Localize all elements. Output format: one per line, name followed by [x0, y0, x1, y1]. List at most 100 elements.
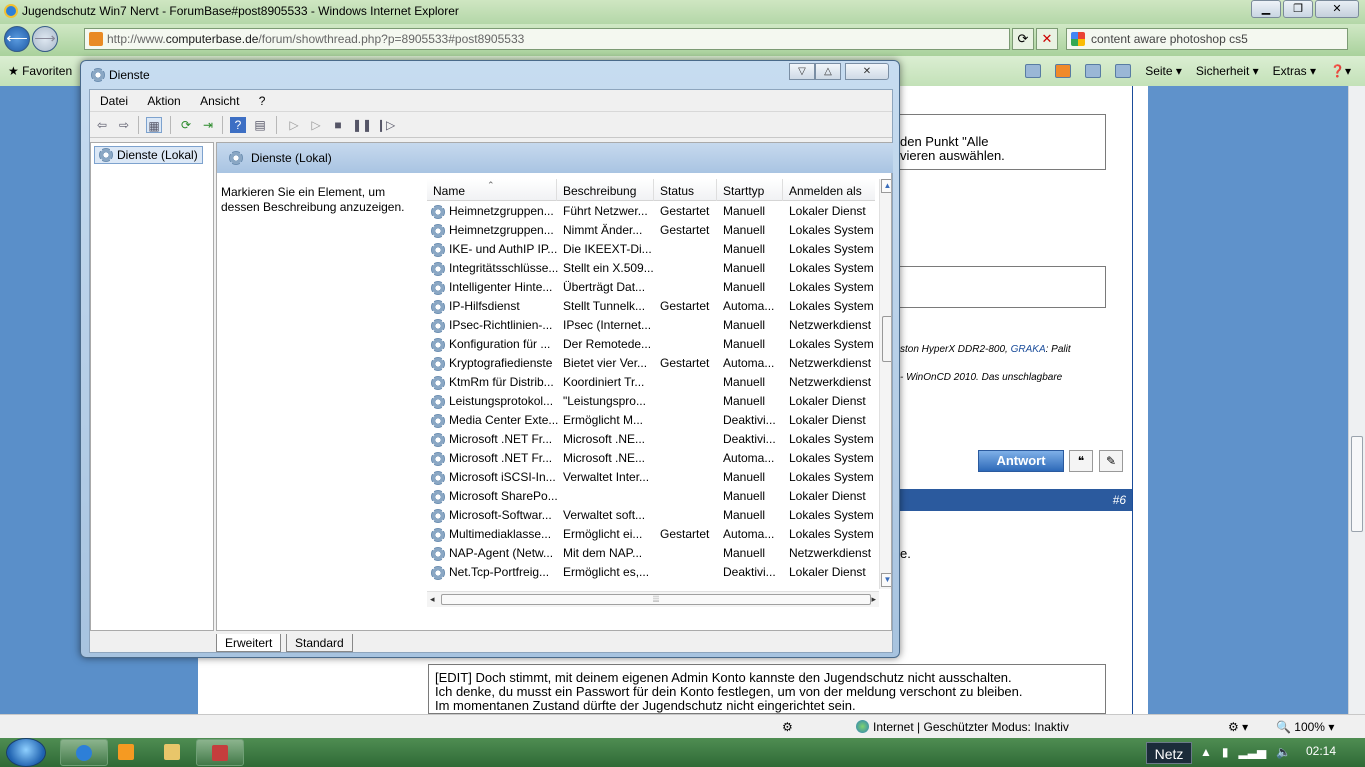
- console-tree-icon[interactable]: ▦: [146, 117, 162, 133]
- service-row[interactable]: Media Center Exte... Ermöglicht M... Deakt…: [427, 411, 875, 430]
- taskbar-ie-button[interactable]: [60, 739, 108, 766]
- favorites-button[interactable]: ★ Favoriten: [8, 56, 72, 86]
- stop-button[interactable]: ✕: [1036, 28, 1058, 50]
- power-icon[interactable]: ▮: [1222, 738, 1229, 767]
- back-arrow-icon[interactable]: ⇦: [94, 117, 110, 133]
- column-status[interactable]: Status: [654, 179, 717, 201]
- start-service-alt-icon[interactable]: ▷: [308, 117, 324, 133]
- network-icon[interactable]: ▂▃▅: [1239, 738, 1267, 767]
- service-row[interactable]: IP-Hilfsdienst Stellt Tunnelk... Gestartet…: [427, 297, 875, 316]
- list-horizontal-scrollbar[interactable]: ◂ ⦙⦙⦙ ▸: [427, 591, 879, 607]
- maximize-button[interactable]: ❐: [1283, 0, 1313, 18]
- service-row[interactable]: IKE- und AuthIP IP... Die IKEEXT-Di... Man…: [427, 240, 875, 259]
- service-row[interactable]: Integritätsschlüsse... Stellt ein X.509..…: [427, 259, 875, 278]
- restart-service-icon[interactable]: ❙▷: [376, 117, 395, 133]
- column-anmelden-als[interactable]: Anmelden als: [783, 179, 875, 201]
- tab-erweitert[interactable]: Erweitert: [216, 634, 282, 652]
- help-book-icon[interactable]: ?: [230, 117, 246, 133]
- service-row[interactable]: IPsec-Richtlinien-... IPsec (Internet... M…: [427, 316, 875, 335]
- service-row[interactable]: KtmRm für Distrib... Koordiniert Tr... Man…: [427, 373, 875, 392]
- quote-button[interactable]: ❝: [1069, 450, 1093, 472]
- menu-help[interactable]: ?: [259, 94, 266, 108]
- edit-button[interactable]: ✎: [1099, 450, 1123, 472]
- service-name-cell: Microsoft iSCSI-In...: [431, 468, 559, 487]
- forward-button[interactable]: ⟶: [32, 26, 58, 52]
- tree-item-services-local[interactable]: Dienste (Lokal): [94, 146, 203, 164]
- page-menu[interactable]: Seite ▾: [1145, 56, 1182, 86]
- scroll-left-arrow[interactable]: ◂: [430, 594, 435, 605]
- services-maximize-button[interactable]: △: [815, 63, 841, 80]
- tray-expand-icon[interactable]: ▲: [1200, 738, 1212, 767]
- start-service-icon[interactable]: ▷: [286, 117, 302, 133]
- column-starttyp[interactable]: Starttyp: [717, 179, 783, 201]
- taskbar-services-button[interactable]: [196, 739, 244, 766]
- zone-settings-icon[interactable]: ⚙ ▾: [1228, 715, 1248, 739]
- network-label[interactable]: Netz: [1146, 742, 1192, 764]
- service-row[interactable]: Microsoft iSCSI-In... Verwaltet Inter... M…: [427, 468, 875, 487]
- start-button[interactable]: [6, 738, 46, 767]
- refresh-icon[interactable]: ⟳: [178, 117, 194, 133]
- extras-menu[interactable]: Extras ▾: [1273, 56, 1316, 86]
- forward-arrow-icon[interactable]: ⇨: [116, 117, 132, 133]
- clock[interactable]: 02:14: [1306, 738, 1336, 767]
- service-row[interactable]: Heimnetzgruppen... Führt Netzwer... Gestar…: [427, 202, 875, 221]
- menu-ansicht[interactable]: Ansicht: [200, 94, 239, 108]
- search-input[interactable]: content aware photoshop cs5: [1066, 28, 1348, 50]
- stop-service-icon[interactable]: ■: [330, 117, 346, 133]
- taskbar-office-button[interactable]: [104, 739, 148, 766]
- column-beschreibung[interactable]: Beschreibung: [557, 179, 654, 201]
- services-minimize-button[interactable]: ▽: [789, 63, 815, 80]
- post-number[interactable]: #6: [1113, 493, 1126, 507]
- security-menu[interactable]: Sicherheit ▾: [1196, 56, 1259, 86]
- service-row[interactable]: Net.Tcp-Portfreig... Ermöglicht es,... Dea…: [427, 563, 875, 582]
- service-row[interactable]: Heimnetzgruppen... Nimmt Änder... Gestarte…: [427, 221, 875, 240]
- spec-line-1-link[interactable]: GRAKA: [1011, 344, 1046, 355]
- mail-icon[interactable]: [1085, 64, 1102, 78]
- export-list-icon[interactable]: ⇥: [200, 117, 216, 133]
- column-name[interactable]: ⌃ Name: [427, 179, 557, 201]
- volume-icon[interactable]: 🔈: [1276, 738, 1291, 767]
- services-close-button[interactable]: ✕: [845, 63, 889, 80]
- page-scrollbar-thumb[interactable]: [1351, 436, 1363, 532]
- service-gear-icon: [431, 281, 445, 295]
- scroll-up-arrow[interactable]: ▲: [881, 179, 891, 193]
- menu-aktion[interactable]: Aktion: [147, 94, 180, 108]
- scroll-right-arrow[interactable]: ▸: [871, 594, 876, 605]
- tab-standard[interactable]: Standard: [286, 634, 353, 652]
- service-row[interactable]: Leistungsprotokol... "Leistungspro... Manu…: [427, 392, 875, 411]
- home-icon[interactable]: [1025, 64, 1042, 78]
- list-hscroll-thumb[interactable]: ⦙⦙⦙: [441, 594, 871, 605]
- service-row[interactable]: Konfiguration für ... Der Remotede... Manu…: [427, 335, 875, 354]
- service-row[interactable]: Intelligenter Hinte... Überträgt Dat... Ma…: [427, 278, 875, 297]
- service-row[interactable]: Multimediaklasse... Ermöglicht ei... Gesta…: [427, 525, 875, 544]
- list-vertical-scrollbar[interactable]: ▲ ▼: [879, 179, 891, 589]
- service-row[interactable]: Microsoft .NET Fr... Microsoft .NE... Auto…: [427, 449, 875, 468]
- menu-datei[interactable]: Datei: [100, 94, 128, 108]
- service-log-cell: Lokales System: [789, 449, 879, 468]
- service-row[interactable]: Microsoft .NET Fr... Microsoft .NE... Deak…: [427, 430, 875, 449]
- pause-service-icon[interactable]: ❚❚: [352, 117, 372, 133]
- rss-icon[interactable]: [1055, 64, 1072, 78]
- service-row[interactable]: Kryptografiedienste Bietet vier Ver... Ges…: [427, 354, 875, 373]
- service-name-text: Heimnetzgruppen...: [449, 223, 554, 237]
- reply-button[interactable]: Antwort: [978, 450, 1064, 472]
- back-button[interactable]: ⟵: [4, 26, 30, 52]
- list-scroll-thumb[interactable]: [882, 316, 891, 362]
- service-row[interactable]: Microsoft SharePo... Manuell Lokaler Diens…: [427, 487, 875, 506]
- service-log-text: Netzwerkdienst: [789, 356, 872, 370]
- refresh-button[interactable]: ⟳: [1012, 28, 1034, 50]
- print-icon[interactable]: [1115, 64, 1132, 78]
- security-zone[interactable]: Internet | Geschützter Modus: Inaktiv: [856, 715, 1069, 739]
- taskbar-explorer-button[interactable]: [150, 739, 194, 766]
- scroll-down-arrow[interactable]: ▼: [881, 573, 891, 587]
- minimize-button[interactable]: ▁: [1251, 0, 1281, 18]
- service-row[interactable]: NAP-Agent (Netw... Mit dem NAP... Manuell N…: [427, 544, 875, 563]
- page-scrollbar[interactable]: [1348, 86, 1365, 714]
- service-row[interactable]: Microsoft-Softwar... Verwaltet soft... Man…: [427, 506, 875, 525]
- address-bar[interactable]: http://www.computerbase.de/forum/showthr…: [84, 28, 1010, 50]
- popup-blocker-icon[interactable]: ⚙: [782, 715, 793, 739]
- properties-icon[interactable]: ▤: [252, 117, 268, 133]
- close-button[interactable]: ✕: [1315, 0, 1359, 18]
- help-icon[interactable]: ❓▾: [1330, 56, 1351, 86]
- zoom-control[interactable]: 🔍 100% ▾: [1276, 715, 1334, 739]
